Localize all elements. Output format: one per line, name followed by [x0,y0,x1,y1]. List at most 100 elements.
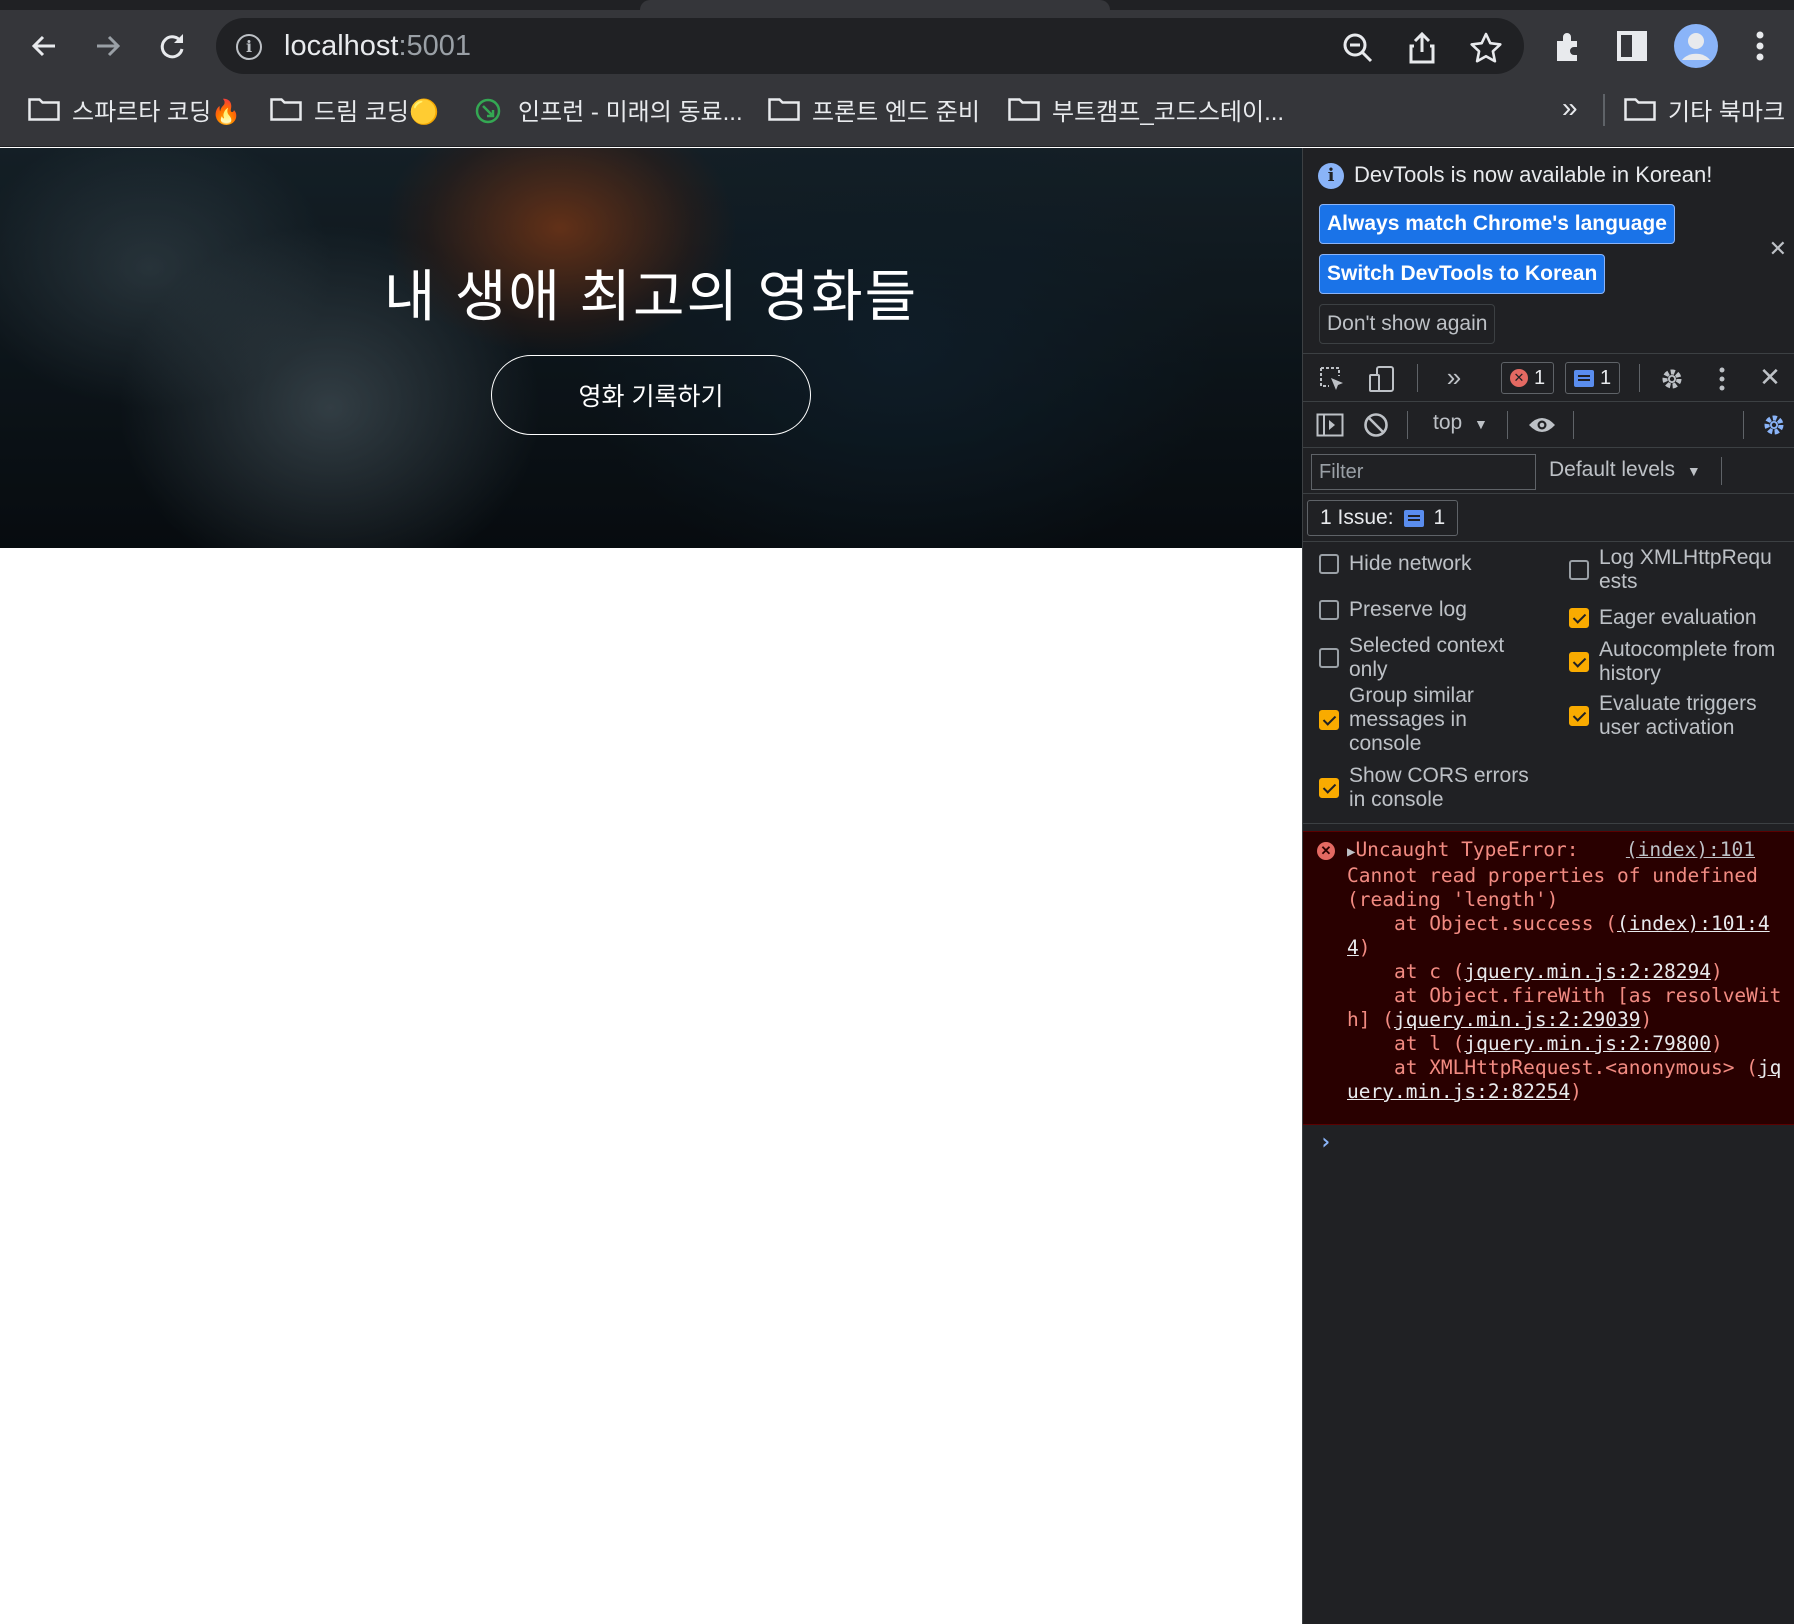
bookmark-frontend[interactable]: 프론트 엔드 준비 [768,88,980,130]
checkbox[interactable] [1569,652,1589,672]
issues-button[interactable]: 1 Issue: 1 [1307,500,1459,536]
bookmark-label: 인프런 - 미래의 동료... [518,98,743,126]
browser-chrome: i localhost:5001 스파르타 코딩🔥 드림 코딩🟡 인프런 - 미… [0,0,1794,147]
setting-group-similar[interactable]: Group similar messages in console [1319,684,1549,756]
switch-to-korean-button[interactable]: Switch DevTools to Korean [1319,254,1606,294]
console-settings: Hide network Preserve log Selected conte… [1303,542,1794,824]
console-settings-gear-icon[interactable] [1759,410,1789,440]
filter-row: Filter Default levels ▼ [1303,448,1794,494]
devtools-menu-icon[interactable] [1707,364,1737,394]
context-selector[interactable]: top ▼ [1433,411,1488,435]
bookmark-sparta[interactable]: 스파르타 코딩🔥 [28,88,241,130]
setting-label: Evaluate triggers user activation [1599,692,1757,739]
log-levels-dropdown[interactable]: Default levels ▼ [1549,458,1701,482]
bookmark-star-icon[interactable] [1468,30,1504,66]
setting-hide-network[interactable]: Hide network [1319,552,1549,576]
clear-console-icon[interactable] [1361,410,1391,440]
stack-prefix: at XMLHttpRequest.<anonymous> ( [1347,1056,1758,1079]
more-tabs-chevron-icon[interactable]: » [1439,362,1469,392]
live-expression-eye-icon[interactable] [1525,410,1559,440]
console-prompt[interactable]: › [1319,1130,1332,1155]
back-icon[interactable] [20,22,68,70]
filter-input[interactable]: Filter [1311,454,1536,490]
other-bookmarks[interactable]: 기타 북마크 [1624,88,1785,130]
stack-prefix: at Object.success ( [1347,912,1618,935]
bookmark-inflearn[interactable]: 인프런 - 미래의 동료... [474,88,743,130]
share-icon[interactable] [1404,30,1440,66]
hero-banner: 내 생애 최고의 영화들 영화 기록하기 [0,148,1302,548]
toolbar-divider [1507,411,1508,439]
checkbox[interactable] [1319,600,1339,620]
setting-eager-eval[interactable]: Eager evaluation [1569,606,1789,630]
message-count-badge[interactable]: 1 [1565,362,1621,394]
error-icon: ✕ [1510,369,1528,387]
stack-frame-4: at XMLHttpRequest.<anonymous> (jquery.mi… [1347,1056,1781,1103]
checkbox[interactable] [1319,554,1339,574]
checkbox[interactable] [1569,560,1589,580]
stack-link[interactable]: jquery.min.js:2:79800 [1464,1032,1711,1055]
web-page: 내 생애 최고의 영화들 영화 기록하기 [0,148,1302,1624]
reload-icon[interactable] [148,22,196,70]
setting-show-cors[interactable]: Show CORS errors in console [1319,764,1549,812]
checkbox[interactable] [1319,648,1339,668]
stack-prefix: at c ( [1347,960,1465,983]
close-devtools-icon[interactable]: ✕ [1755,362,1785,392]
bookmark-label: 프론트 엔드 준비 [812,98,980,126]
inflearn-icon [474,97,506,124]
setting-preserve-log[interactable]: Preserve log [1319,598,1549,622]
chrome-menu-icon[interactable] [1736,22,1784,70]
stack-link[interactable]: jquery.min.js:2:28294 [1464,960,1711,983]
stack-suffix: ) [1358,936,1371,959]
folder-icon [270,97,302,121]
more-bookmarks-chevron-icon[interactable]: » [1562,92,1578,124]
stack-suffix: ) [1710,1032,1723,1055]
checkbox[interactable] [1319,778,1339,798]
setting-log-xhr[interactable]: Log XMLHttpRequests [1569,546,1789,594]
bookmark-label: 스파르타 코딩🔥 [72,98,242,126]
forward-icon[interactable] [84,22,132,70]
issues-count: 1 [1433,506,1446,529]
tab-strip [0,0,1794,10]
error-text: ▶Uncaught TypeError: Cannot read propert… [1347,838,1787,1104]
toolbar-divider [1639,364,1640,392]
setting-evaluate-triggers[interactable]: Evaluate triggers user activation [1569,692,1789,740]
setting-label: Eager evaluation [1599,606,1757,629]
url-text[interactable]: localhost:5001 [284,30,471,63]
stack-link[interactable]: jquery.min.js:2:29039 [1394,1008,1641,1031]
bookmark-bootcamp[interactable]: 부트캠프_코드스테이... [1008,88,1284,130]
toolbar-divider [1573,411,1574,439]
dont-show-again-button[interactable]: Don't show again [1319,304,1496,344]
setting-label: Selected context only [1349,634,1505,681]
side-panel-icon[interactable] [1608,22,1656,70]
bookmark-dream-coding[interactable]: 드림 코딩🟡 [270,88,439,130]
active-tab[interactable] [640,0,1110,10]
info-icon: i [1318,163,1344,189]
console-error-message[interactable]: ✕ (index):101 ▶Uncaught TypeError: Canno… [1303,831,1794,1125]
settings-gear-icon[interactable] [1657,364,1687,394]
profile-avatar-icon[interactable] [1672,22,1720,70]
stack-frame-0: at Object.success ((index):101:44) [1347,912,1770,959]
setting-label: Group similar messages in console [1349,684,1474,755]
site-info-icon[interactable]: i [236,34,262,60]
setting-autocomplete[interactable]: Autocomplete from history [1569,638,1789,686]
bookmark-label: 기타 북마크 [1668,98,1786,126]
record-movie-button[interactable]: 영화 기록하기 [491,355,811,435]
close-infobar-icon[interactable]: ✕ [1769,236,1787,262]
extensions-icon[interactable] [1544,22,1592,70]
console-sidebar-icon[interactable] [1315,410,1345,440]
always-match-language-button[interactable]: Always match Chrome's language [1319,204,1675,244]
device-toolbar-icon[interactable] [1367,364,1397,394]
stack-frame-2: at Object.fireWith [as resolveWith] (jqu… [1347,984,1781,1031]
bookmarks-bar: 스파르타 코딩🔥 드림 코딩🟡 인프런 - 미래의 동료... 프론트 엔드 준… [0,88,1794,130]
dropdown-arrow-icon: ▼ [1474,416,1488,432]
error-count-badge[interactable]: ✕ 1 [1501,362,1555,394]
zoom-icon[interactable] [1340,30,1376,66]
checkbox[interactable] [1319,710,1339,730]
address-bar[interactable]: i localhost:5001 [216,18,1524,74]
setting-selected-context[interactable]: Selected context only [1319,634,1549,682]
setting-label: Show CORS errors in console [1349,764,1529,811]
toolbar-divider [1721,457,1722,485]
checkbox[interactable] [1569,608,1589,628]
checkbox[interactable] [1569,706,1589,726]
inspect-element-icon[interactable] [1317,364,1347,394]
